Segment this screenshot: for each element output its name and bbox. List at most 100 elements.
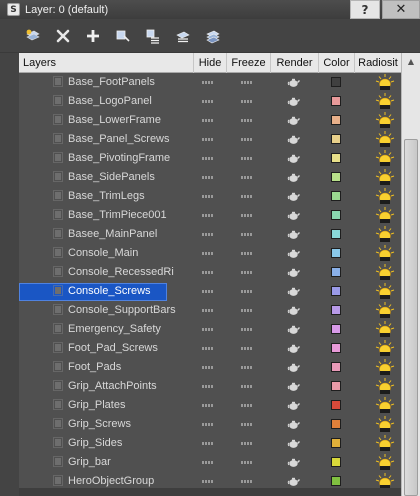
hide-toggle-icon[interactable]	[202, 480, 214, 483]
freeze-toggle-icon[interactable]	[241, 328, 253, 331]
freeze-toggle-icon[interactable]	[241, 214, 253, 217]
scroll-thumb[interactable]	[404, 139, 418, 496]
hide-toggle-icon[interactable]	[202, 119, 214, 122]
scroll-up-arrow-icon[interactable]: ▲	[402, 53, 420, 70]
freeze-toggle-icon[interactable]	[241, 404, 253, 407]
hide-toggle-icon[interactable]	[202, 81, 214, 84]
radiosity-lightbulb-icon[interactable]	[374, 453, 396, 472]
hide-all-icon[interactable]	[204, 27, 222, 45]
radiosity-lightbulb-icon[interactable]	[374, 377, 396, 396]
hide-toggle-icon[interactable]	[202, 100, 214, 103]
render-teapot-icon[interactable]	[287, 114, 300, 126]
hide-toggle-icon[interactable]	[202, 366, 214, 369]
hide-toggle-icon[interactable]	[202, 195, 214, 198]
freeze-toggle-icon[interactable]	[241, 347, 253, 350]
freeze-toggle-icon[interactable]	[241, 252, 253, 255]
radiosity-lightbulb-icon[interactable]	[374, 111, 396, 130]
column-header-color[interactable]: Color	[318, 53, 354, 73]
layer-color-swatch[interactable]	[331, 77, 341, 87]
layer-row[interactable]: Foot_Pad_Screws	[19, 339, 401, 358]
column-header-layers[interactable]: Layers	[19, 53, 193, 73]
radiosity-lightbulb-icon[interactable]	[374, 92, 396, 111]
vertical-scrollbar[interactable]: ▲	[401, 53, 420, 496]
layer-color-swatch[interactable]	[331, 476, 341, 486]
freeze-toggle-icon[interactable]	[241, 309, 253, 312]
layer-row[interactable]: Console_RecessedRi	[19, 263, 401, 282]
layer-color-swatch[interactable]	[331, 362, 341, 372]
render-teapot-icon[interactable]	[287, 95, 300, 107]
render-teapot-icon[interactable]	[287, 304, 300, 316]
radiosity-lightbulb-icon[interactable]	[374, 339, 396, 358]
layer-color-swatch[interactable]	[331, 419, 341, 429]
layer-row[interactable]: Basee_MainPanel	[19, 225, 401, 244]
radiosity-lightbulb-icon[interactable]	[374, 282, 396, 301]
freeze-toggle-icon[interactable]	[241, 423, 253, 426]
layer-color-swatch[interactable]	[331, 153, 341, 163]
freeze-toggle-icon[interactable]	[241, 176, 253, 179]
radiosity-lightbulb-icon[interactable]	[374, 130, 396, 149]
radiosity-lightbulb-icon[interactable]	[374, 187, 396, 206]
radiosity-lightbulb-icon[interactable]	[374, 301, 396, 320]
freeze-toggle-icon[interactable]	[241, 480, 253, 483]
hide-toggle-icon[interactable]	[202, 214, 214, 217]
radiosity-lightbulb-icon[interactable]	[374, 244, 396, 263]
add-to-layer-icon[interactable]	[84, 27, 102, 45]
radiosity-lightbulb-icon[interactable]	[374, 225, 396, 244]
column-header-hide[interactable]: Hide	[193, 53, 226, 73]
select-objects-icon[interactable]	[114, 27, 132, 45]
set-current-layer-icon[interactable]	[174, 27, 192, 45]
freeze-toggle-icon[interactable]	[241, 81, 253, 84]
layer-color-swatch[interactable]	[331, 248, 341, 258]
hide-toggle-icon[interactable]	[202, 385, 214, 388]
freeze-toggle-icon[interactable]	[241, 385, 253, 388]
help-button[interactable]: ?	[350, 0, 380, 19]
render-teapot-icon[interactable]	[287, 133, 300, 145]
delete-layer-icon[interactable]	[54, 27, 72, 45]
layer-color-swatch[interactable]	[331, 134, 341, 144]
horizontal-scroll-track[interactable]	[19, 488, 401, 496]
render-teapot-icon[interactable]	[287, 437, 300, 449]
freeze-toggle-icon[interactable]	[241, 461, 253, 464]
hide-toggle-icon[interactable]	[202, 252, 214, 255]
render-teapot-icon[interactable]	[287, 380, 300, 392]
hide-toggle-icon[interactable]	[202, 442, 214, 445]
hide-toggle-icon[interactable]	[202, 290, 214, 293]
layer-color-swatch[interactable]	[331, 457, 341, 467]
layer-row[interactable]: Base_PivotingFrame	[19, 149, 401, 168]
render-teapot-icon[interactable]	[287, 171, 300, 183]
layer-row[interactable]: Foot_Pads	[19, 358, 401, 377]
hide-toggle-icon[interactable]	[202, 328, 214, 331]
hide-toggle-icon[interactable]	[202, 176, 214, 179]
radiosity-lightbulb-icon[interactable]	[374, 320, 396, 339]
layer-color-swatch[interactable]	[331, 381, 341, 391]
layer-color-swatch[interactable]	[331, 267, 341, 277]
layer-row[interactable]: Base_TrimPiece001	[19, 206, 401, 225]
radiosity-lightbulb-icon[interactable]	[374, 434, 396, 453]
radiosity-lightbulb-icon[interactable]	[374, 206, 396, 225]
close-button[interactable]: ✕	[382, 0, 420, 19]
radiosity-lightbulb-icon[interactable]	[374, 396, 396, 415]
render-teapot-icon[interactable]	[287, 266, 300, 278]
freeze-toggle-icon[interactable]	[241, 138, 253, 141]
layer-row[interactable]: Grip_Screws	[19, 415, 401, 434]
hide-toggle-icon[interactable]	[202, 233, 214, 236]
layer-row[interactable]: Grip_Sides	[19, 434, 401, 453]
layer-row[interactable]: Base_FootPanels	[19, 73, 401, 92]
hide-toggle-icon[interactable]	[202, 423, 214, 426]
hide-toggle-icon[interactable]	[202, 271, 214, 274]
column-header-freeze[interactable]: Freeze	[226, 53, 270, 73]
layer-color-swatch[interactable]	[331, 286, 341, 296]
layer-row[interactable]: Console_Screws	[19, 282, 401, 301]
freeze-toggle-icon[interactable]	[241, 366, 253, 369]
layer-row[interactable]: Base_SidePanels	[19, 168, 401, 187]
layer-color-swatch[interactable]	[331, 191, 341, 201]
hide-toggle-icon[interactable]	[202, 157, 214, 160]
hide-toggle-icon[interactable]	[202, 347, 214, 350]
layer-row[interactable]: Console_SupportBars	[19, 301, 401, 320]
layer-row[interactable]: Grip_AttachPoints	[19, 377, 401, 396]
create-layer-icon[interactable]	[24, 27, 42, 45]
render-teapot-icon[interactable]	[287, 190, 300, 202]
layer-row[interactable]: Base_LogoPanel	[19, 92, 401, 111]
freeze-toggle-icon[interactable]	[241, 290, 253, 293]
column-header-render[interactable]: Render	[270, 53, 318, 73]
